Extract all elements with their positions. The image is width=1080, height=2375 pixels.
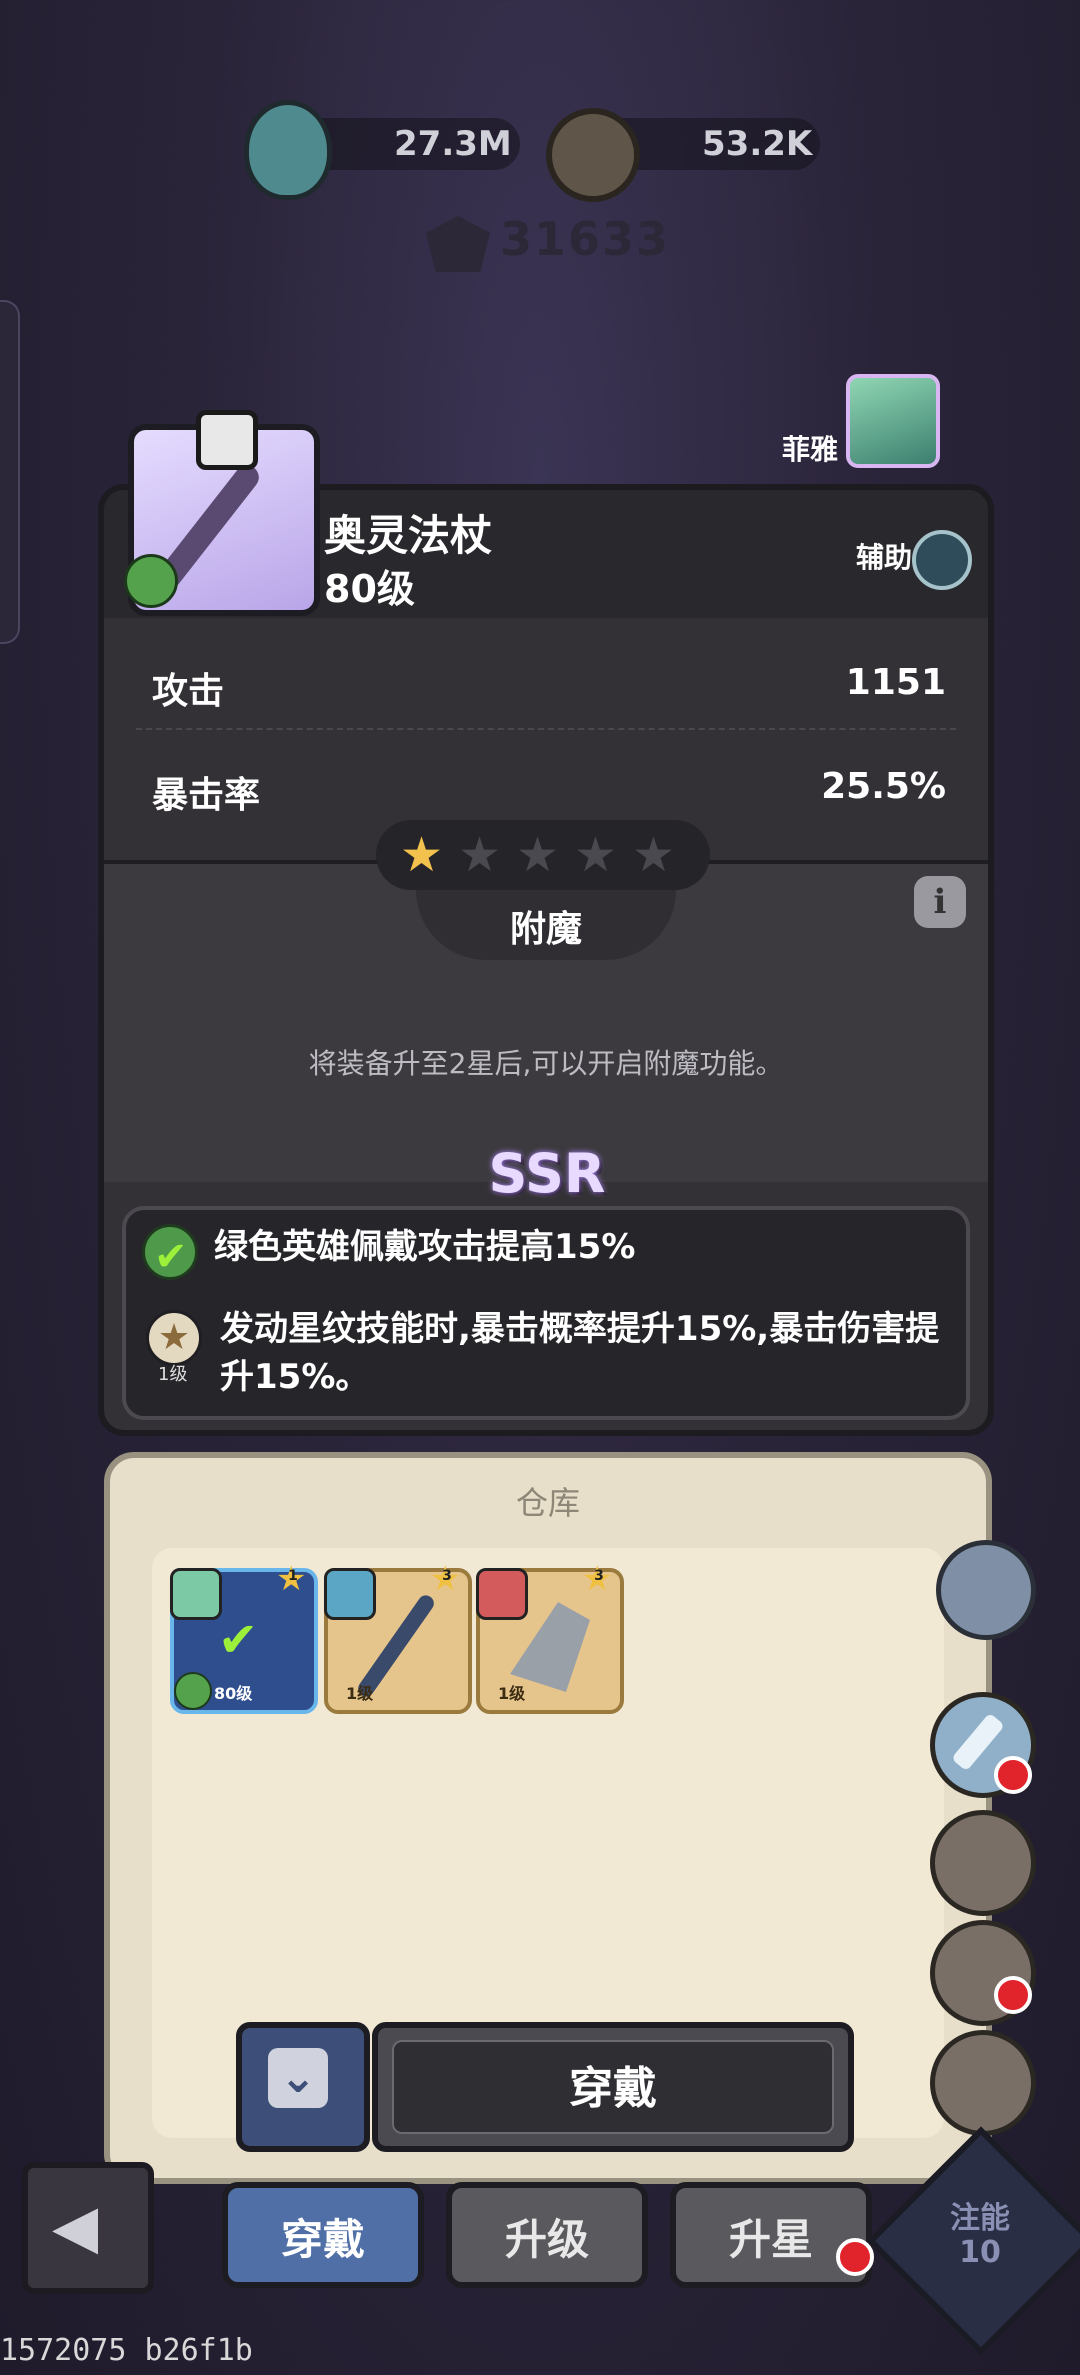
tab-upgrade[interactable]: 升级 <box>446 2182 648 2288</box>
anvil-icon[interactable] <box>936 1540 1036 1640</box>
stat-label: 暴击率 <box>152 775 261 816</box>
hero-avatar <box>324 1568 376 1620</box>
coin-icon <box>546 108 640 202</box>
equipment-card-selected[interactable]: ★ 1 ✔ 80级 <box>170 1562 318 1714</box>
rarity-badge: SSR <box>488 1142 606 1205</box>
skill-line-2b: 升15%。 <box>220 1357 370 1397</box>
power-icon <box>426 216 490 272</box>
equip-button-label: 穿戴 <box>569 2063 657 2114</box>
equip-button[interactable]: 穿戴 <box>372 2022 854 2152</box>
stat-value: 25.5% <box>821 766 946 807</box>
skills-box: ✔ 绿色英雄佩戴攻击提高15% ★ 1级 发动星纹技能时,暴击概率提升15%,暴… <box>122 1206 970 1420</box>
enchant-title: 附魔 <box>509 909 582 950</box>
hero-name: 菲雅 <box>782 433 839 466</box>
stat-value: 1151 <box>845 662 946 703</box>
card-level: 1级 <box>498 1684 526 1703</box>
star-empty-icon: ★ <box>632 827 676 883</box>
tab-equip[interactable]: 穿戴 <box>222 2182 424 2288</box>
card-star-count: 1 <box>288 1568 298 1584</box>
star-badge-icon: ★ 3 <box>430 1562 464 1596</box>
enchant-tip: 将装备升至2星后,可以开启附魔功能。 <box>308 1047 784 1080</box>
ring-category-button[interactable] <box>930 2030 1036 2136</box>
info-icon[interactable]: i <box>914 876 966 928</box>
role-label: 辅助 <box>855 541 912 574</box>
left-side-drawer[interactable] <box>0 300 20 644</box>
lock-icon[interactable] <box>196 410 258 470</box>
green-element-icon <box>124 554 178 608</box>
card-level: 80级 <box>214 1684 253 1703</box>
tab-label: 升级 <box>504 2215 589 2264</box>
support-role-icon <box>912 530 972 590</box>
star-skill-icon: ★ <box>146 1310 202 1366</box>
star-filled-icon: ★ <box>400 827 444 883</box>
stat-row-attack: 攻击 1151 <box>136 638 956 730</box>
star-empty-icon: ★ <box>458 827 502 883</box>
armor-category-button[interactable] <box>930 1810 1036 1916</box>
skill-line-1: 绿色英雄佩戴攻击提高15% <box>214 1227 636 1267</box>
infuse-label: 注能 10 <box>930 2202 1030 2270</box>
card-level: 1级 <box>346 1684 374 1703</box>
collapse-button[interactable]: ⌄ <box>236 2022 370 2152</box>
tab-star-up[interactable]: 升星 <box>670 2182 872 2288</box>
check-icon: ✔ <box>218 1612 259 1668</box>
hero-avatar <box>476 1568 528 1620</box>
notification-dot <box>994 1756 1032 1794</box>
hero-avatar[interactable] <box>846 374 940 468</box>
equipment-detail-panel: 奥灵法杖 80级 辅助 攻击 1151 暴击率 25.5% 附魔 i 将装备升至… <box>98 484 994 1436</box>
potion-icon <box>244 100 332 200</box>
equipment-card[interactable]: ★ 3 1级 <box>324 1562 472 1714</box>
infuse-label-text: 注能 <box>950 2201 1010 2236</box>
power-value: 31633 <box>500 212 671 266</box>
potion-amount: 27.3M <box>394 124 512 164</box>
hero-avatar <box>170 1568 222 1620</box>
infuse-level: 10 <box>959 2235 1001 2270</box>
card-star-count: 3 <box>442 1568 452 1584</box>
check-icon: ✔ <box>154 1234 188 1280</box>
notification-dot <box>994 1976 1032 2014</box>
back-button[interactable]: ◀ <box>22 2162 154 2294</box>
star-rating: ★ ★ ★ ★ ★ <box>376 820 710 890</box>
skill-line-2a: 发动星纹技能时,暴击概率提升15%,暴击伤害提 <box>220 1309 940 1349</box>
tab-label: 穿戴 <box>280 2215 365 2264</box>
equipment-card[interactable]: ★ 3 1级 <box>476 1562 624 1714</box>
star-empty-icon: ★ <box>516 827 560 883</box>
star-skill-level: 1级 <box>158 1364 188 1385</box>
footer-id: 1572075 b26f1b <box>0 2333 253 2368</box>
coin-amount: 53.2K <box>702 124 813 164</box>
star-empty-icon: ★ <box>574 827 618 883</box>
chevron-down-icon: ⌄ <box>268 2048 328 2108</box>
card-star-count: 3 <box>594 1568 604 1584</box>
stat-label: 攻击 <box>152 671 225 712</box>
warehouse-title: 仓库 <box>515 1484 580 1522</box>
item-level: 80级 <box>324 567 415 611</box>
green-element-icon <box>174 1672 212 1710</box>
star-badge-icon: ★ 3 <box>582 1562 616 1596</box>
star-badge-icon: ★ 1 <box>276 1562 310 1596</box>
stat-row-crit: 暴击率 25.5% <box>136 742 956 832</box>
enchant-section: 附魔 i 将装备升至2星后,可以开启附魔功能。 <box>104 860 988 1182</box>
item-name: 奥灵法杖 <box>324 511 493 560</box>
arrow-left-icon: ◀ <box>52 2192 99 2262</box>
